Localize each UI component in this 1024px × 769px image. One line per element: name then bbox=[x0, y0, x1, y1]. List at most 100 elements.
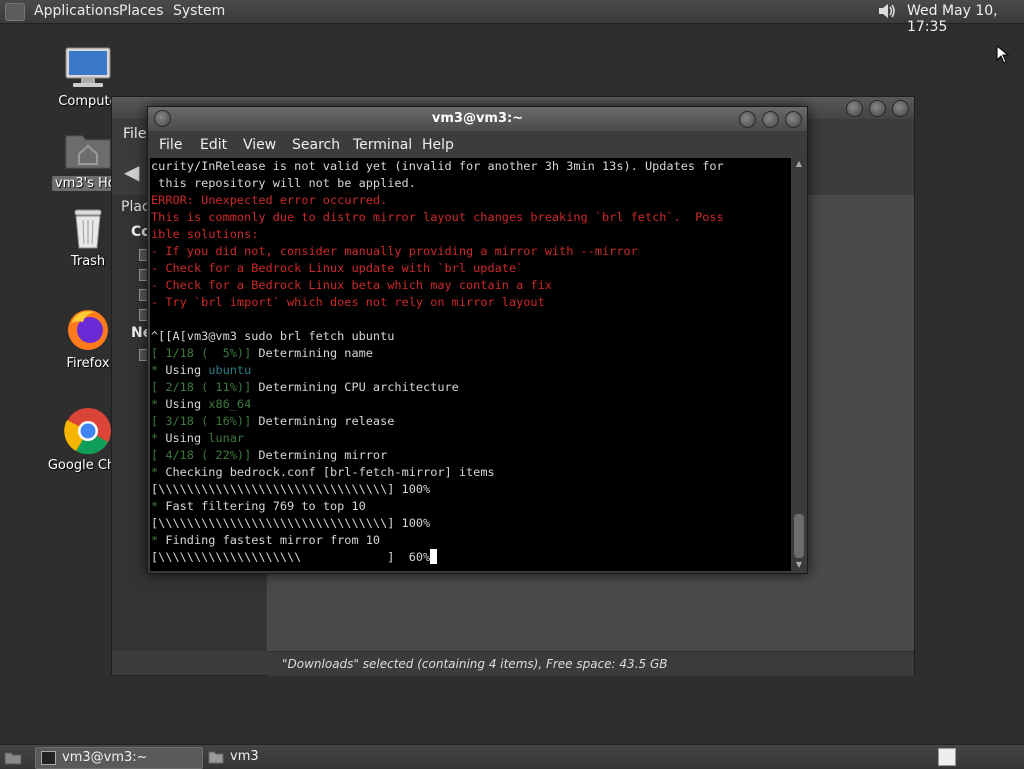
terminal-line: [\\\\\\\\\\\\\\\\\\\\\\\\\\\\\\\\] 100% bbox=[150, 515, 791, 532]
taskbar-item-terminal[interactable]: vm3@vm3:~ bbox=[35, 747, 203, 769]
terminal-line: ERROR: Unexpected error occurred. bbox=[150, 192, 791, 209]
terminal-line: * Finding fastest mirror from 10 bbox=[150, 532, 791, 549]
terminal-window[interactable]: vm3@vm3:~ File Edit View Search Terminal… bbox=[147, 106, 808, 574]
trash-icon bbox=[74, 209, 102, 249]
firefox-icon bbox=[68, 310, 108, 350]
taskbar-item-label: vm3 bbox=[230, 749, 259, 764]
mouse-pointer-icon bbox=[996, 45, 1010, 64]
status-text: "Downloads" selected (containing 4 items… bbox=[282, 657, 668, 671]
terminal-text: Finding fastest mirror from 10 bbox=[158, 533, 381, 547]
terminal-text: ible solutions: bbox=[151, 227, 259, 241]
terminal-text: Fast filtering 769 to top 10 bbox=[158, 499, 366, 513]
terminal-text: Determining release bbox=[251, 414, 395, 428]
close-button[interactable] bbox=[785, 111, 802, 128]
terminal-line: [ 4/18 ( 22%)] Determining mirror bbox=[150, 447, 791, 464]
terminal-text: Determining CPU architecture bbox=[251, 380, 459, 394]
terminal-text: - Check for a Bedrock Linux update with … bbox=[151, 261, 524, 275]
terminal-line: [ 1/18 ( 5%)] Determining name bbox=[150, 345, 791, 362]
terminal-text: Using bbox=[158, 397, 209, 411]
terminal-line: - Try `brl import` which does not rely o… bbox=[150, 294, 791, 311]
terminal-line: - Check for a Bedrock Linux beta which m… bbox=[150, 277, 791, 294]
terminal-line: ^[[A[vm3@vm3 sudo brl fetch ubuntu bbox=[150, 328, 791, 345]
terminal-text: [ 4/18 ( 22%)] bbox=[151, 448, 252, 462]
terminal-text: [\\\\\\\\\\\\\\\\\\\\\\\\\\\\\\\\] 100% bbox=[151, 516, 431, 530]
speaker-icon[interactable] bbox=[877, 2, 897, 20]
minimize-button[interactable] bbox=[739, 111, 756, 128]
terminal-line: - If you did not, consider manually prov… bbox=[150, 243, 791, 260]
terminal-text: [\\\\\\\\\\\\\\\\\\\\\\\\\\\\\\\\] 100% bbox=[151, 482, 431, 496]
terminal-line: - Check for a Bedrock Linux update with … bbox=[150, 260, 791, 277]
menu-edit[interactable]: Edit bbox=[200, 137, 227, 153]
menu-help[interactable]: Help bbox=[422, 137, 454, 153]
terminal-line: [ 2/18 ( 11%)] Determining CPU architect… bbox=[150, 379, 791, 396]
terminal-text: Determining mirror bbox=[251, 448, 388, 462]
terminal-text: - If you did not, consider manually prov… bbox=[151, 244, 638, 258]
minimize-button[interactable] bbox=[846, 100, 863, 117]
terminal-text: lunar bbox=[208, 431, 245, 445]
terminal-text: This is commonly due to distro mirror la… bbox=[151, 210, 724, 224]
menu-terminal[interactable]: Terminal bbox=[353, 137, 412, 153]
terminal-text: x86_64 bbox=[208, 397, 252, 411]
taskbar-item-label: vm3@vm3:~ bbox=[62, 750, 148, 765]
terminal-text: ^[[A[vm3@vm3 sudo brl fetch ubuntu bbox=[151, 329, 395, 343]
file-manager-statusbar: "Downloads" selected (containing 4 items… bbox=[267, 651, 914, 676]
terminal-text: Using bbox=[158, 431, 209, 445]
terminal-text: [ 1/18 ( 5%)] bbox=[151, 346, 252, 360]
distro-logo-icon[interactable] bbox=[5, 3, 25, 21]
taskbar-item-file-manager[interactable]: vm3 bbox=[204, 747, 370, 767]
window-title: vm3@vm3:~ bbox=[431, 111, 524, 126]
terminal-text: - Check for a Bedrock Linux beta which m… bbox=[151, 278, 552, 292]
clock[interactable]: Wed May 10, 17:35 bbox=[907, 3, 1024, 35]
file-menu[interactable]: File bbox=[123, 126, 146, 142]
maximize-button[interactable] bbox=[869, 100, 886, 117]
terminal-text: Checking bedrock.conf [brl-fetch-mirror]… bbox=[158, 465, 495, 479]
terminal-line: * Using ubuntu bbox=[150, 362, 791, 379]
terminal-line: [\\\\\\\\\\\\\\\\\\\\\\\\\\\\\\\\] 100% bbox=[150, 481, 791, 498]
terminal-text: ubuntu bbox=[208, 363, 252, 377]
applications-menu[interactable]: Applications bbox=[34, 3, 120, 19]
terminal-line: * Checking bedrock.conf [brl-fetch-mirro… bbox=[150, 464, 791, 481]
menu-file[interactable]: File bbox=[159, 137, 182, 153]
scroll-up-arrow-icon[interactable]: ▲ bbox=[793, 158, 805, 170]
places-menu[interactable]: Places bbox=[119, 3, 164, 19]
places-dropdown[interactable]: Plac bbox=[121, 199, 150, 215]
close-button[interactable] bbox=[892, 100, 909, 117]
computer-icon bbox=[65, 47, 111, 87]
terminal-line: [ 3/18 ( 16%)] Determining release bbox=[150, 413, 791, 430]
terminal-text: ERROR: Unexpected error occurred. bbox=[151, 193, 388, 207]
terminal-text: curity/InRelease is not valid yet (inval… bbox=[151, 159, 724, 173]
bottom-panel: vm3@vm3:~ vm3 bbox=[0, 744, 1024, 769]
terminal-scrollbar[interactable]: ▲ ▼ bbox=[793, 158, 805, 571]
home-folder-icon bbox=[65, 135, 111, 169]
terminal-line: * Fast filtering 769 to top 10 bbox=[150, 498, 791, 515]
terminal-text: - Try `brl import` which does not rely o… bbox=[151, 295, 545, 309]
terminal-text: [ 3/18 ( 16%)] bbox=[151, 414, 252, 428]
terminal-line: this repository will not be applied. bbox=[150, 175, 791, 192]
scroll-down-arrow-icon[interactable]: ▼ bbox=[793, 559, 805, 571]
scrollbar-thumb[interactable] bbox=[794, 514, 804, 558]
terminal-line: [\\\\\\\\\\\\\\\\\\\\ ] 60% bbox=[150, 549, 791, 566]
terminal-icon bbox=[41, 751, 56, 765]
chrome-icon bbox=[64, 408, 111, 455]
menu-search[interactable]: Search bbox=[292, 137, 340, 153]
terminal-line: ible solutions: bbox=[150, 226, 791, 243]
folder-icon bbox=[208, 751, 224, 764]
back-arrow-icon[interactable]: ◀ bbox=[124, 160, 139, 184]
terminal-menubar: File Edit View Search Terminal Help bbox=[148, 134, 807, 156]
maximize-button[interactable] bbox=[762, 111, 779, 128]
terminal-output[interactable]: curity/InRelease is not valid yet (inval… bbox=[150, 158, 791, 571]
terminal-text: this repository will not be applied. bbox=[151, 176, 416, 190]
terminal-line: curity/InRelease is not valid yet (inval… bbox=[150, 158, 791, 175]
terminal-text: [\\\\\\\\\\\\\\\\\\\\ ] 60% bbox=[151, 550, 431, 564]
terminal-titlebar[interactable]: vm3@vm3:~ bbox=[148, 107, 807, 131]
workspace-switcher-icon[interactable] bbox=[938, 748, 956, 766]
terminal-text: Using bbox=[158, 363, 209, 377]
menu-view[interactable]: View bbox=[243, 137, 276, 153]
terminal-line: * Using lunar bbox=[150, 430, 791, 447]
terminal-line: This is commonly due to distro mirror la… bbox=[150, 209, 791, 226]
terminal-text: [ 2/18 ( 11%)] bbox=[151, 380, 252, 394]
system-menu[interactable]: System bbox=[173, 3, 225, 19]
show-desktop-icon[interactable] bbox=[4, 749, 22, 765]
terminal-line: * Using x86_64 bbox=[150, 396, 791, 413]
